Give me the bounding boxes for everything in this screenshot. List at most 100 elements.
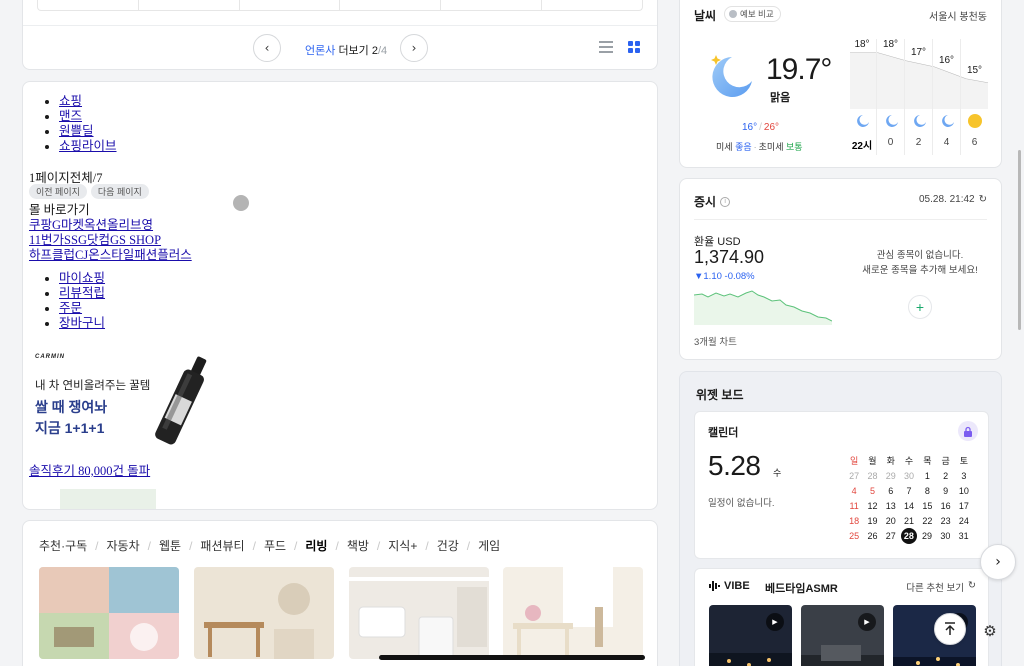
chevron-right-icon: ›	[411, 41, 417, 55]
living-thumbnail[interactable]	[349, 567, 489, 659]
living-thumbnail[interactable]	[39, 567, 179, 659]
widget-board-title: 위젯 보드	[696, 388, 744, 402]
other-recommend-button[interactable]: 다른 추천 보기 ↻	[906, 580, 976, 594]
calendar-day[interactable]: 19	[863, 516, 881, 526]
calendar-day[interactable]: 5	[863, 486, 881, 496]
next-page-button[interactable]: ›	[400, 34, 428, 62]
tab-game[interactable]: 게임	[478, 537, 500, 554]
calendar-day[interactable]: 25	[845, 531, 863, 541]
calendar-day[interactable]: 15	[918, 501, 936, 511]
review-link[interactable]: 솔직후기 80,000건 돌파	[29, 460, 150, 479]
calendar-day[interactable]: 10	[955, 486, 973, 496]
calendar-day[interactable]: 18	[845, 516, 863, 526]
shopping-card: 쇼핑 맨즈 원쁠딜 쇼핑라이브 1페이지전체/7 이전 페이지 다음 페이지 몰…	[22, 81, 658, 510]
living-thumbnail[interactable]	[503, 567, 643, 659]
tab-fashion[interactable]: 패션뷰티	[200, 537, 244, 554]
tab-food[interactable]: 푸드	[264, 537, 286, 554]
menu-item-review-points[interactable]: 리뷰적립	[59, 286, 105, 301]
calendar-widget[interactable]: 캘린더 5.28 수 일정이 없습니다. 일 월 화 수 목 금 토 27 28 29 30 1 2 3 4…	[694, 411, 989, 559]
calendar-day[interactable]: 12	[863, 501, 881, 511]
soundwave-icon	[709, 581, 720, 591]
calendar-day[interactable]: 30	[900, 471, 918, 481]
menu-item-cart[interactable]: 장바구니	[59, 316, 105, 331]
forecast-compare-button[interactable]: 예보 비교	[724, 6, 781, 22]
play-icon[interactable]: ▶	[858, 613, 876, 631]
calendar-day[interactable]: 14	[900, 501, 918, 511]
calendar-day[interactable]: 29	[882, 471, 900, 481]
weather-location[interactable]: 서울시 봉천동	[929, 8, 987, 23]
living-thumbnail[interactable]	[194, 567, 334, 659]
lock-icon[interactable]	[958, 421, 978, 441]
calendar-day[interactable]: 20	[882, 516, 900, 526]
tab-recommend[interactable]: 추천·구독	[39, 537, 87, 554]
hourly-forecast[interactable]: 18° 22시 18° 0 17° 2 16° 4 15° 6	[848, 39, 990, 155]
play-icon[interactable]: ▶	[766, 613, 784, 631]
prev-page-button[interactable]: ‹	[253, 34, 281, 62]
calendar-day[interactable]: 26	[863, 531, 881, 541]
calendar-day[interactable]: 28	[900, 527, 917, 544]
calendar-day[interactable]: 27	[882, 531, 900, 541]
publisher-more-label[interactable]: 언론사 더보기 2/4	[305, 42, 387, 58]
calendar-day[interactable]: 3	[955, 471, 973, 481]
calendar-day[interactable]: 28	[863, 471, 881, 481]
tab-living[interactable]: 리빙	[305, 537, 327, 554]
menu-item-oneplusdeal[interactable]: 원쁠딜	[59, 124, 117, 139]
calendar-weekday-header: 월	[868, 456, 877, 466]
calendar-date: 5.28	[708, 450, 761, 481]
calendar-day[interactable]: 16	[936, 501, 954, 511]
menu-item-shopping-live[interactable]: 쇼핑라이브	[59, 139, 117, 154]
grid-view-icon[interactable]	[628, 41, 640, 53]
calendar-day[interactable]: 8	[918, 486, 936, 496]
calendar-day[interactable]: 6	[882, 486, 900, 496]
menu-item-shopping[interactable]: 쇼핑	[59, 94, 117, 109]
prev-page-pill[interactable]: 이전 페이지	[29, 184, 87, 199]
calendar-day[interactable]: 13	[882, 501, 900, 511]
ad-line2: 쌀 때 쟁여놔	[35, 399, 108, 415]
shopping-main-menu: 쇼핑 맨즈 원쁠딜 쇼핑라이브	[59, 94, 117, 154]
calendar-day[interactable]: 9	[936, 486, 954, 496]
next-page-pill[interactable]: 다음 페이지	[90, 184, 149, 199]
tab-health[interactable]: 건강	[437, 537, 459, 554]
ad-line3: 지금 1+1+1	[35, 420, 105, 436]
scrollbar[interactable]	[1018, 150, 1021, 330]
month-grid[interactable]: 일 월 화 수 목 금 토 27 28 29 30 1 2 3 4 5 6 7 8 9 10 11 12 13 14 15 16 17…	[845, 453, 985, 544]
mall-links-row3[interactable]: 하프클럽CJ온스타일패션플러스	[29, 244, 192, 263]
calendar-day[interactable]: 29	[918, 531, 936, 541]
category-tabs: 추천·구독 / 자동차 / 웹툰 / 패션뷰티 / 푸드 / 리빙 / 책방 / 지식+ / 건…	[39, 537, 501, 554]
tab-knowledge[interactable]: 지식+	[388, 537, 417, 554]
gear-icon[interactable]: ⚙	[978, 619, 1002, 643]
calendar-day[interactable]: 27	[845, 471, 863, 481]
calendar-day[interactable]: 7	[900, 486, 918, 496]
album-cover[interactable]: ▶	[801, 605, 884, 666]
calendar-day[interactable]: 11	[845, 501, 863, 511]
calendar-day[interactable]: 1	[918, 471, 936, 481]
menu-item-mens[interactable]: 맨즈	[59, 109, 117, 124]
album-cover[interactable]: ▶	[709, 605, 792, 666]
calendar-day[interactable]: 23	[936, 516, 954, 526]
calendar-day[interactable]: 4	[845, 486, 863, 496]
menu-item-orders[interactable]: 주문	[59, 301, 105, 316]
tab-webtoon[interactable]: 웹툰	[159, 537, 181, 554]
refresh-icon[interactable]: ↻	[979, 194, 987, 205]
calendar-day[interactable]: 24	[955, 516, 973, 526]
ad-banner[interactable]: CARMIN 내 차 연비올려주는 꿀템 쌀 때 쟁여놔 지금 1+1+1	[29, 350, 219, 460]
tab-auto[interactable]: 자동차	[107, 537, 140, 554]
dust-status: 미세 좋음 · 초미세 보통	[716, 142, 803, 152]
add-stock-button[interactable]: +	[908, 295, 932, 319]
calendar-weekday: 수	[773, 468, 782, 478]
scroll-top-button[interactable]	[934, 613, 966, 645]
calendar-empty: 일정이 없습니다.	[708, 498, 775, 509]
calendar-day[interactable]: 30	[936, 531, 954, 541]
calendar-day[interactable]: 22	[918, 516, 936, 526]
calendar-day[interactable]: 31	[954, 531, 972, 541]
stock-timestamp: 05.28. 21:42 ↻	[919, 194, 987, 205]
calendar-day[interactable]: 2	[936, 471, 954, 481]
fx-sparkline[interactable]	[694, 285, 832, 325]
calendar-day[interactable]: 17	[955, 501, 973, 511]
list-view-icon[interactable]	[599, 41, 613, 53]
calendar-day[interactable]: 21	[900, 516, 918, 526]
next-panel-button[interactable]: ›	[980, 544, 1016, 580]
menu-item-my-shopping[interactable]: 마이쇼핑	[59, 271, 105, 286]
tab-books[interactable]: 책방	[347, 537, 369, 554]
info-icon[interactable]: i	[720, 196, 731, 207]
